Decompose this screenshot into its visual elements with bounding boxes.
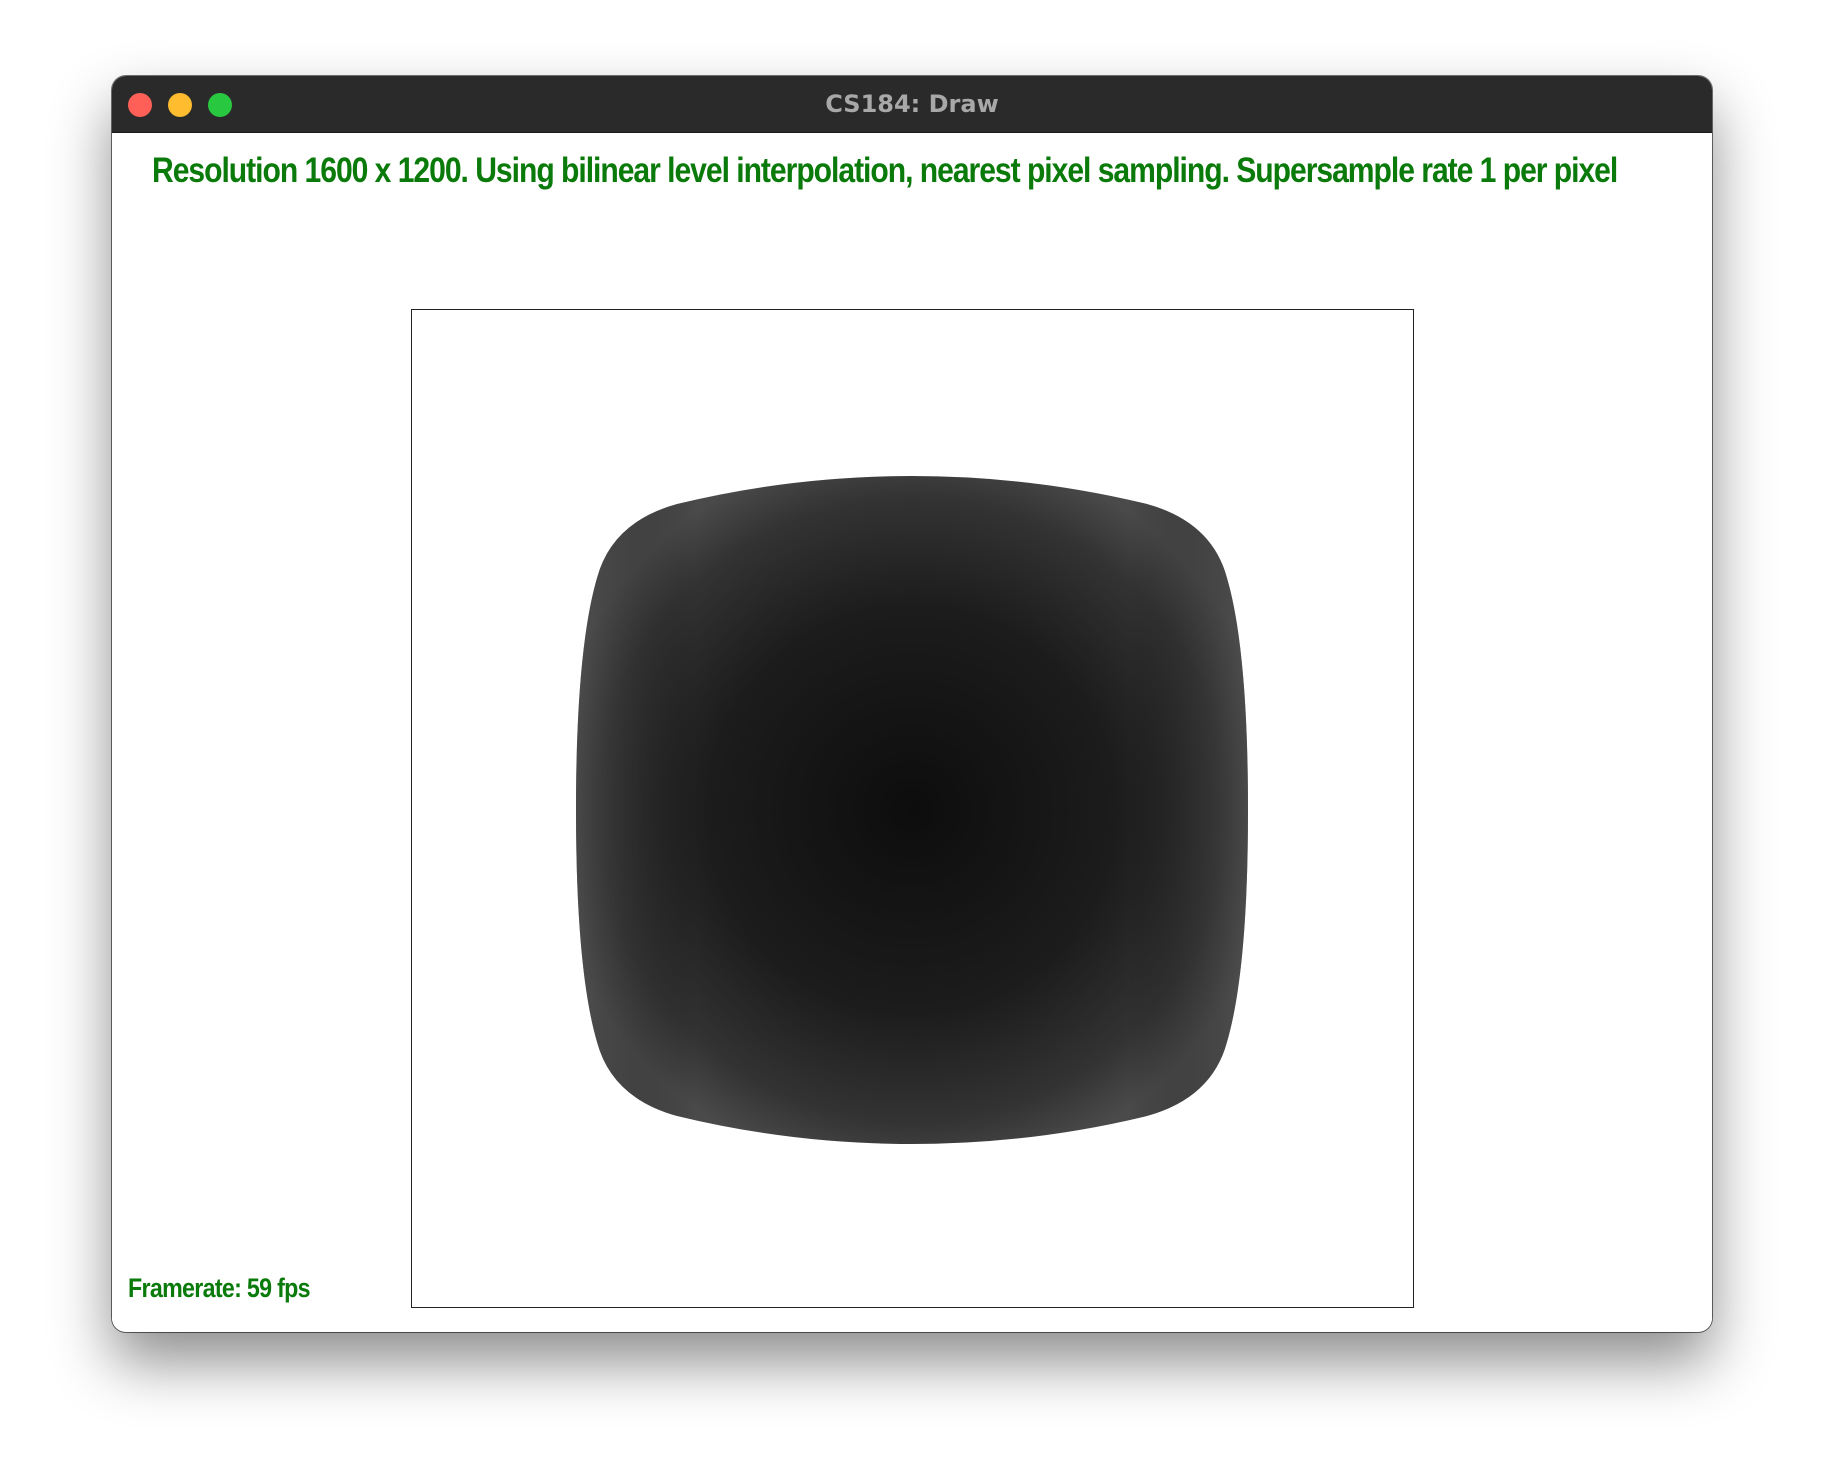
shape-edge-shading — [576, 476, 1248, 1144]
title-bar[interactable]: CS184: Draw — [112, 76, 1712, 133]
render-info-text: Resolution 1600 x 1200. Using bilinear l… — [152, 151, 1618, 190]
draw-viewport[interactable]: Resolution 1600 x 1200. Using bilinear l… — [112, 133, 1712, 1332]
rendered-shape-svg — [576, 476, 1248, 1144]
app-window: CS184: Draw Resolution 1600 x 1200. Usin… — [112, 76, 1712, 1332]
framerate-text: Framerate: 59 fps — [128, 1273, 311, 1303]
render-canvas[interactable] — [411, 309, 1414, 1308]
window-title: CS184: Draw — [825, 90, 999, 118]
